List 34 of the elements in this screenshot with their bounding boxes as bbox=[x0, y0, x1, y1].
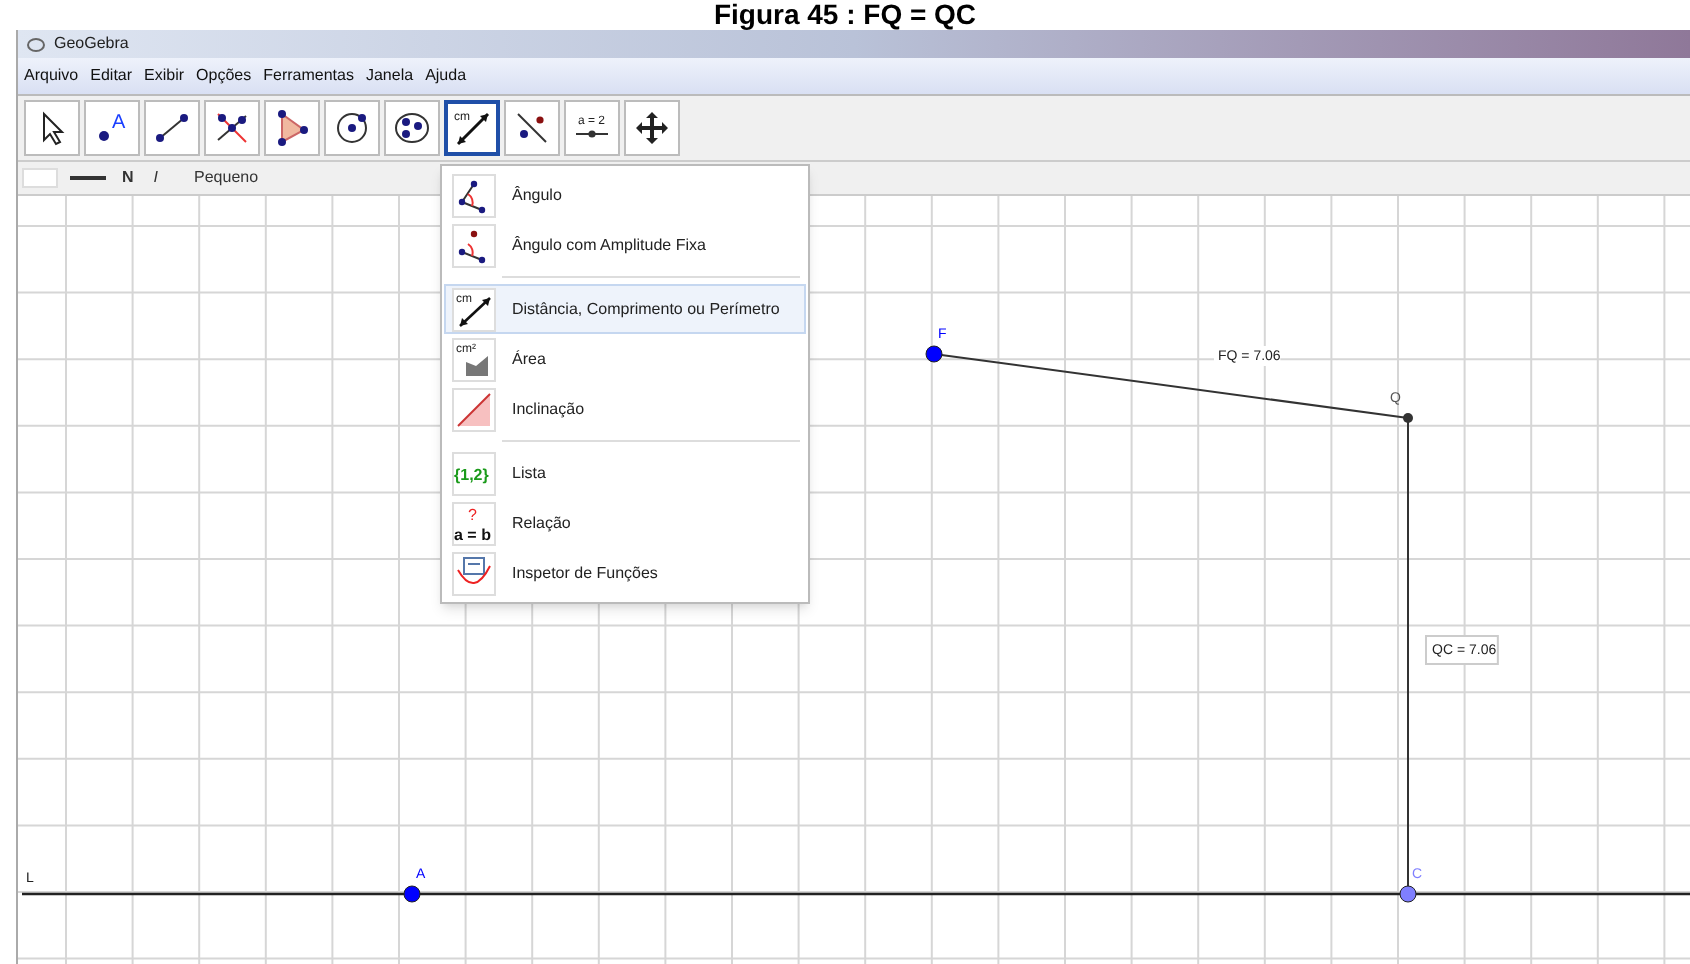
tool-menu-item[interactable]: Inclinação bbox=[444, 384, 806, 434]
relation-tool-icon: ? a = b bbox=[452, 501, 496, 545]
italic-button[interactable]: I bbox=[149, 166, 163, 190]
reflect-tool-button[interactable] bbox=[504, 100, 560, 156]
text-size-dropdown[interactable]: Pequeno bbox=[174, 166, 287, 190]
angle-tool-icon bbox=[452, 173, 496, 217]
inspector-tool-icon bbox=[452, 551, 496, 595]
tool-menu-item[interactable]: Inspetor de Funções bbox=[444, 548, 806, 598]
conic-tool-button[interactable] bbox=[384, 100, 440, 156]
tool-menu-item[interactable]: {1,2} Lista bbox=[444, 448, 806, 498]
polygon-tool-button[interactable] bbox=[264, 100, 320, 156]
circle-tool-button[interactable] bbox=[324, 100, 380, 156]
angle-fixed-tool-icon bbox=[452, 223, 496, 267]
menu-item[interactable]: Opções bbox=[194, 64, 254, 88]
slope-tool-icon bbox=[452, 387, 496, 431]
figure-caption: Figura 45 : FQ = QC bbox=[713, 0, 977, 30]
menu-item[interactable]: Ferramentas bbox=[261, 64, 356, 88]
tool-menu-item[interactable]: Ângulo com Amplitude Fixa bbox=[444, 220, 806, 270]
list-tool-icon: {1,2} bbox=[452, 451, 496, 495]
move-tool-button[interactable] bbox=[24, 100, 80, 156]
window-title: GeoGebra bbox=[54, 32, 129, 56]
menu-item[interactable]: Arquivo bbox=[22, 64, 81, 88]
menu-item[interactable]: Exibir bbox=[142, 64, 187, 88]
perpendicular-tool-button[interactable] bbox=[204, 100, 260, 156]
tool-menu-item[interactable]: ? a = b Relação bbox=[444, 498, 806, 548]
pan-tool-button[interactable] bbox=[624, 100, 680, 156]
tool-menu-item[interactable]: Ângulo bbox=[444, 170, 806, 220]
color-swatch[interactable] bbox=[22, 168, 58, 188]
bold-button[interactable]: N bbox=[118, 166, 138, 190]
app-icon bbox=[26, 35, 46, 53]
segment-tool-button[interactable] bbox=[144, 100, 200, 156]
menu-item[interactable]: Ajuda bbox=[423, 64, 469, 88]
menu-item[interactable]: Janela bbox=[363, 64, 416, 88]
menu-item[interactable]: Editar bbox=[88, 64, 135, 88]
